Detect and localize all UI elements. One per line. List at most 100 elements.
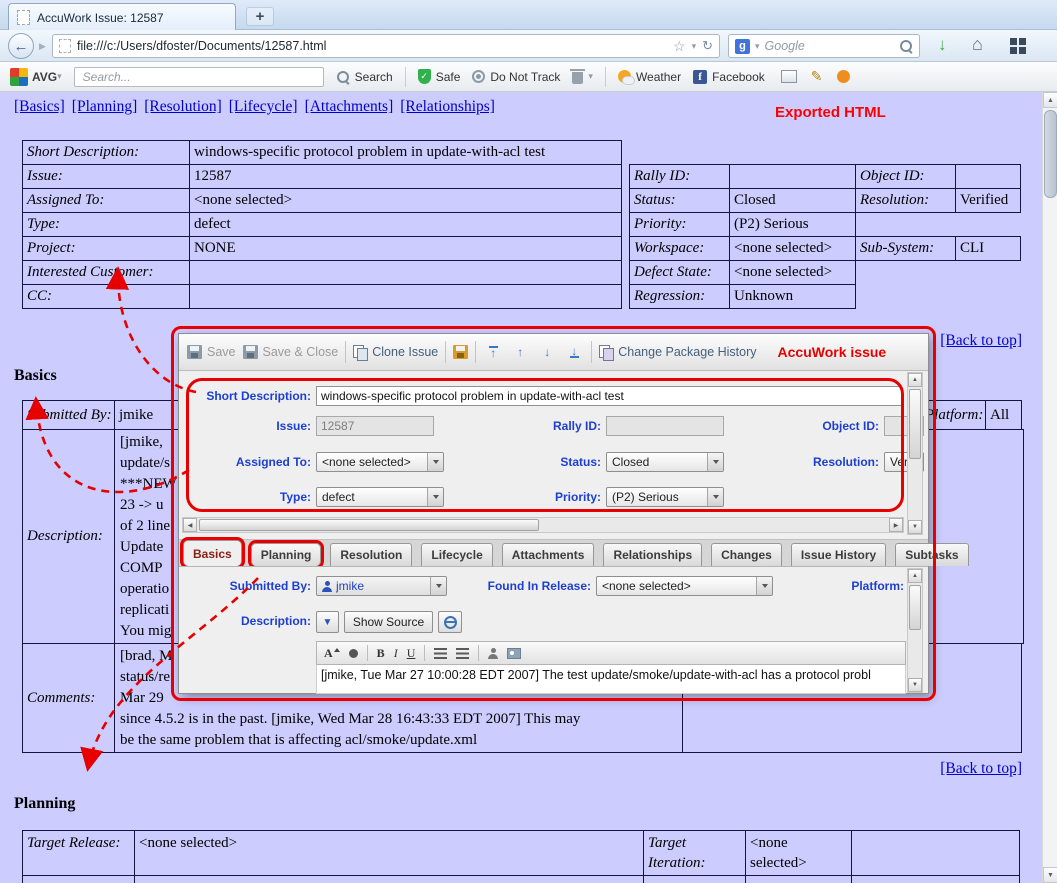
scrollbar-thumb[interactable]: [909, 389, 921, 459]
short-description-input[interactable]: windows-specific protocol problem in upd…: [316, 386, 902, 406]
scrollbar-thumb[interactable]: [199, 519, 539, 531]
bullet-list-icon[interactable]: [434, 648, 447, 659]
scroll-down-icon[interactable]: ▼: [908, 678, 922, 692]
avg-search-button[interactable]: Search: [336, 70, 393, 84]
chevron-down-icon[interactable]: [756, 577, 772, 595]
move-down-button[interactable]: ↓: [537, 342, 557, 362]
text-color-icon[interactable]: [349, 649, 358, 658]
avg-trash-button[interactable]: ▾: [572, 69, 593, 84]
search-engine-dropdown-icon[interactable]: ▾: [755, 41, 760, 52]
download-button[interactable]: ↓: [938, 35, 947, 55]
field-value: <none selected>: [745, 830, 852, 876]
move-to-top-button[interactable]: ↑: [483, 342, 503, 362]
reload-icon[interactable]: ↻: [702, 38, 713, 54]
save-button[interactable]: Save: [187, 345, 236, 359]
numbered-list-icon[interactable]: [456, 648, 469, 659]
url-bar[interactable]: ☆ ▾ ↻: [52, 34, 720, 58]
avg-dropdown-icon[interactable]: ▾: [57, 71, 62, 82]
form-hscrollbar[interactable]: ◀ ▶: [182, 517, 904, 533]
tab-changes[interactable]: Changes: [711, 543, 782, 566]
chevron-down-icon[interactable]: [707, 488, 723, 506]
show-source-button[interactable]: Show Source: [344, 611, 433, 633]
font-size-icon[interactable]: A: [324, 646, 340, 661]
chevron-down-icon[interactable]: [427, 488, 443, 506]
notes-icon[interactable]: [781, 70, 797, 83]
url-dropdown-icon[interactable]: ▾: [692, 41, 697, 52]
scroll-down-icon[interactable]: ▼: [908, 520, 922, 534]
scroll-down-icon[interactable]: ▼: [1043, 867, 1057, 883]
scroll-right-icon[interactable]: ▶: [889, 518, 903, 532]
priority-dropdown[interactable]: (P2) Serious: [606, 487, 724, 507]
tab-issue-history[interactable]: Issue History: [791, 543, 886, 566]
type-dropdown[interactable]: defect: [316, 487, 444, 507]
mention-icon[interactable]: [488, 648, 498, 659]
nav-link-resolution[interactable]: [Resolution]: [144, 98, 222, 116]
back-button[interactable]: ←: [8, 33, 34, 59]
table-row: CC: Regression: Unknown: [22, 284, 1021, 309]
form-vscrollbar[interactable]: ▲ ▼: [907, 372, 923, 535]
tab-relationships[interactable]: Relationships: [603, 543, 702, 566]
url-input[interactable]: [77, 39, 667, 53]
submitted-by-dropdown[interactable]: jmike: [316, 576, 447, 596]
browser-scrollbar[interactable]: ▲ ▼: [1042, 92, 1057, 883]
scroll-left-icon[interactable]: ◀: [183, 518, 197, 532]
found-in-release-dropdown[interactable]: <none selected>: [596, 576, 773, 596]
tab-attachments[interactable]: Attachments: [502, 543, 595, 566]
field-value: CLI: [955, 236, 1021, 261]
search-input[interactable]: [765, 39, 894, 53]
bookmark-star-icon[interactable]: ☆: [673, 38, 686, 55]
assigned-to-dropdown[interactable]: <none selected>: [316, 452, 444, 472]
nav-link-relationships[interactable]: [Relationships]: [400, 98, 495, 116]
nav-link-attachments[interactable]: [Attachments]: [305, 98, 394, 116]
tab-subtasks[interactable]: Subtasks: [895, 543, 968, 566]
move-up-button[interactable]: ↑: [510, 342, 530, 362]
tab-resolution[interactable]: Resolution: [330, 543, 412, 566]
collapse-description-button[interactable]: ▼: [316, 611, 339, 633]
search-bar[interactable]: g ▾: [728, 34, 920, 58]
chevron-down-icon[interactable]: [430, 577, 446, 595]
status-dropdown[interactable]: Closed: [606, 452, 724, 472]
nav-link-lifecycle[interactable]: [Lifecycle]: [229, 98, 298, 116]
avg-facebook-button[interactable]: f Facebook: [693, 70, 765, 84]
back-to-top-link[interactable]: [Back to top]: [940, 332, 1022, 350]
new-tab-button[interactable]: +: [246, 7, 274, 26]
description-editor[interactable]: [jmike, Tue Mar 27 10:00:28 EDT 2007] Th…: [316, 665, 906, 694]
trash-dropdown-icon[interactable]: ▾: [588, 71, 593, 82]
scrollbar-thumb[interactable]: [909, 585, 921, 630]
move-to-bottom-button[interactable]: ↓: [564, 342, 584, 362]
tab-basics[interactable]: Basics: [183, 540, 242, 566]
tab-lifecycle[interactable]: Lifecycle: [421, 543, 492, 566]
scroll-up-icon[interactable]: ▲: [1043, 92, 1057, 108]
clone-issue-button[interactable]: Clone Issue: [353, 345, 438, 359]
nav-link-basics[interactable]: [Basics]: [14, 98, 65, 116]
scroll-up-icon[interactable]: ▲: [908, 569, 922, 583]
avg-weather-button[interactable]: Weather: [618, 70, 681, 84]
avg-search-input[interactable]: [74, 67, 324, 87]
chevron-down-icon[interactable]: [707, 453, 723, 471]
back-to-top-link[interactable]: [Back to top]: [940, 760, 1022, 778]
underline-button[interactable]: U: [407, 646, 416, 661]
panel-vscrollbar[interactable]: ▲ ▼: [907, 568, 923, 693]
chevron-down-icon[interactable]: [427, 453, 443, 471]
scrollbar-thumb[interactable]: [1044, 110, 1057, 198]
nav-link-planning[interactable]: [Planning]: [72, 98, 137, 116]
status-dot-icon[interactable]: [837, 70, 850, 83]
forward-button[interactable]: ▶: [35, 40, 50, 53]
home-button[interactable]: ⌂: [972, 34, 983, 55]
export-button[interactable]: [453, 345, 468, 359]
save-and-close-button[interactable]: Save & Close: [243, 345, 339, 359]
bold-button[interactable]: B: [377, 646, 385, 661]
italic-button[interactable]: I: [394, 646, 398, 661]
scroll-up-icon[interactable]: ▲: [908, 373, 922, 387]
pencil-icon[interactable]: ✎: [811, 68, 823, 85]
tab-planning[interactable]: Planning: [251, 543, 322, 566]
search-icon[interactable]: [899, 39, 913, 53]
avg-do-not-track-button[interactable]: Do Not Track: [472, 70, 560, 84]
globe-button[interactable]: [438, 611, 462, 633]
accuwork-toolbar: Save Save & Close Clone Issue ↑ ↑ ↓ ↓: [179, 334, 928, 371]
apps-grid-icon[interactable]: [1010, 38, 1026, 54]
browser-tab[interactable]: AccuWork Issue: 12587: [8, 3, 236, 31]
avg-safe-button[interactable]: ✓ Safe: [418, 69, 461, 84]
insert-image-icon[interactable]: [507, 648, 521, 659]
change-package-history-button[interactable]: Change Package History: [599, 345, 756, 359]
